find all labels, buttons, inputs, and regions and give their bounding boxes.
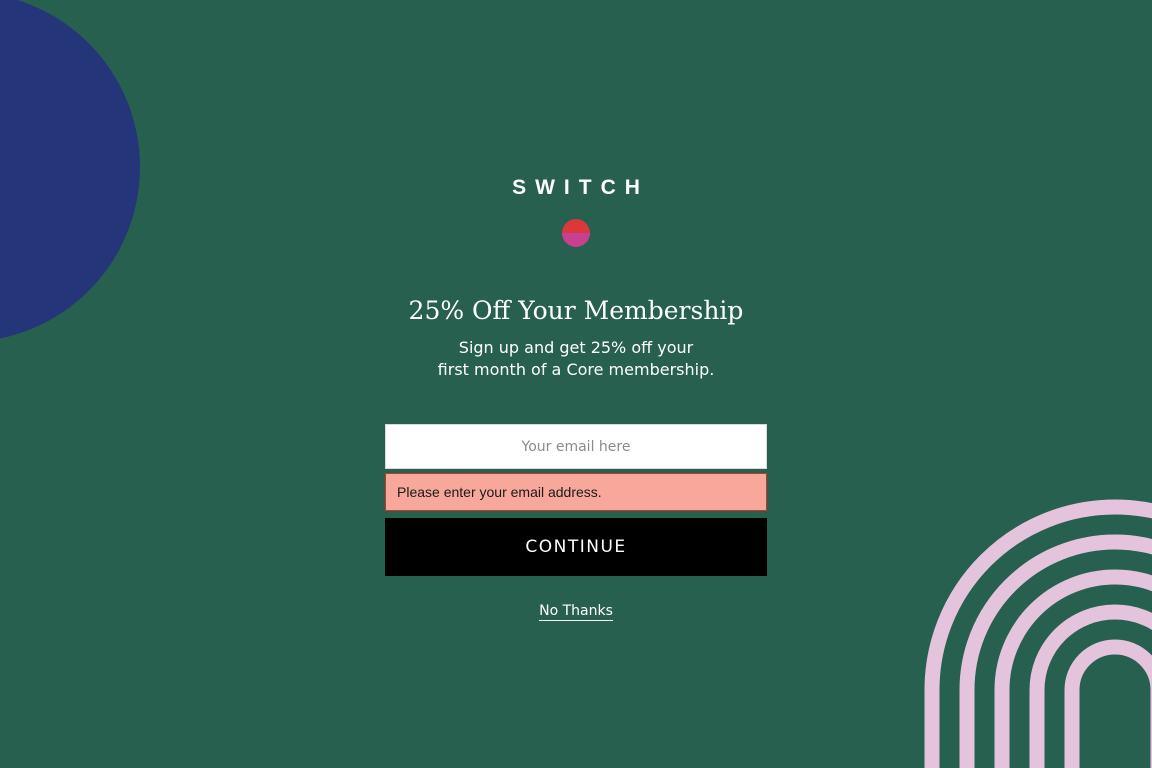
offer-description-line-2: first month of a Core membership. bbox=[437, 360, 715, 379]
signup-popup: SWITCH 25% Off Your Membership Sign up a… bbox=[0, 0, 1152, 768]
continue-button[interactable]: CONTINUE bbox=[385, 518, 767, 576]
decorative-blue-circle bbox=[0, 0, 140, 342]
decorative-ring bbox=[1064, 639, 1152, 768]
no-thanks-link[interactable]: No Thanks bbox=[476, 603, 676, 621]
email-field[interactable] bbox=[385, 424, 767, 469]
offer-headline: 25% Off Your Membership bbox=[408, 296, 744, 325]
decorative-ring bbox=[1029, 604, 1152, 768]
offer-description-line-1: Sign up and get 25% off your bbox=[458, 338, 694, 357]
logo-mark-icon bbox=[562, 219, 590, 247]
decorative-rings-icon bbox=[924, 499, 1152, 768]
offer-description: Sign up and get 25% off your first month… bbox=[376, 337, 776, 381]
email-error-message: Please enter your email address. bbox=[385, 473, 767, 511]
no-thanks-label: No Thanks bbox=[539, 603, 613, 621]
brand-logo: SWITCH bbox=[512, 176, 649, 199]
